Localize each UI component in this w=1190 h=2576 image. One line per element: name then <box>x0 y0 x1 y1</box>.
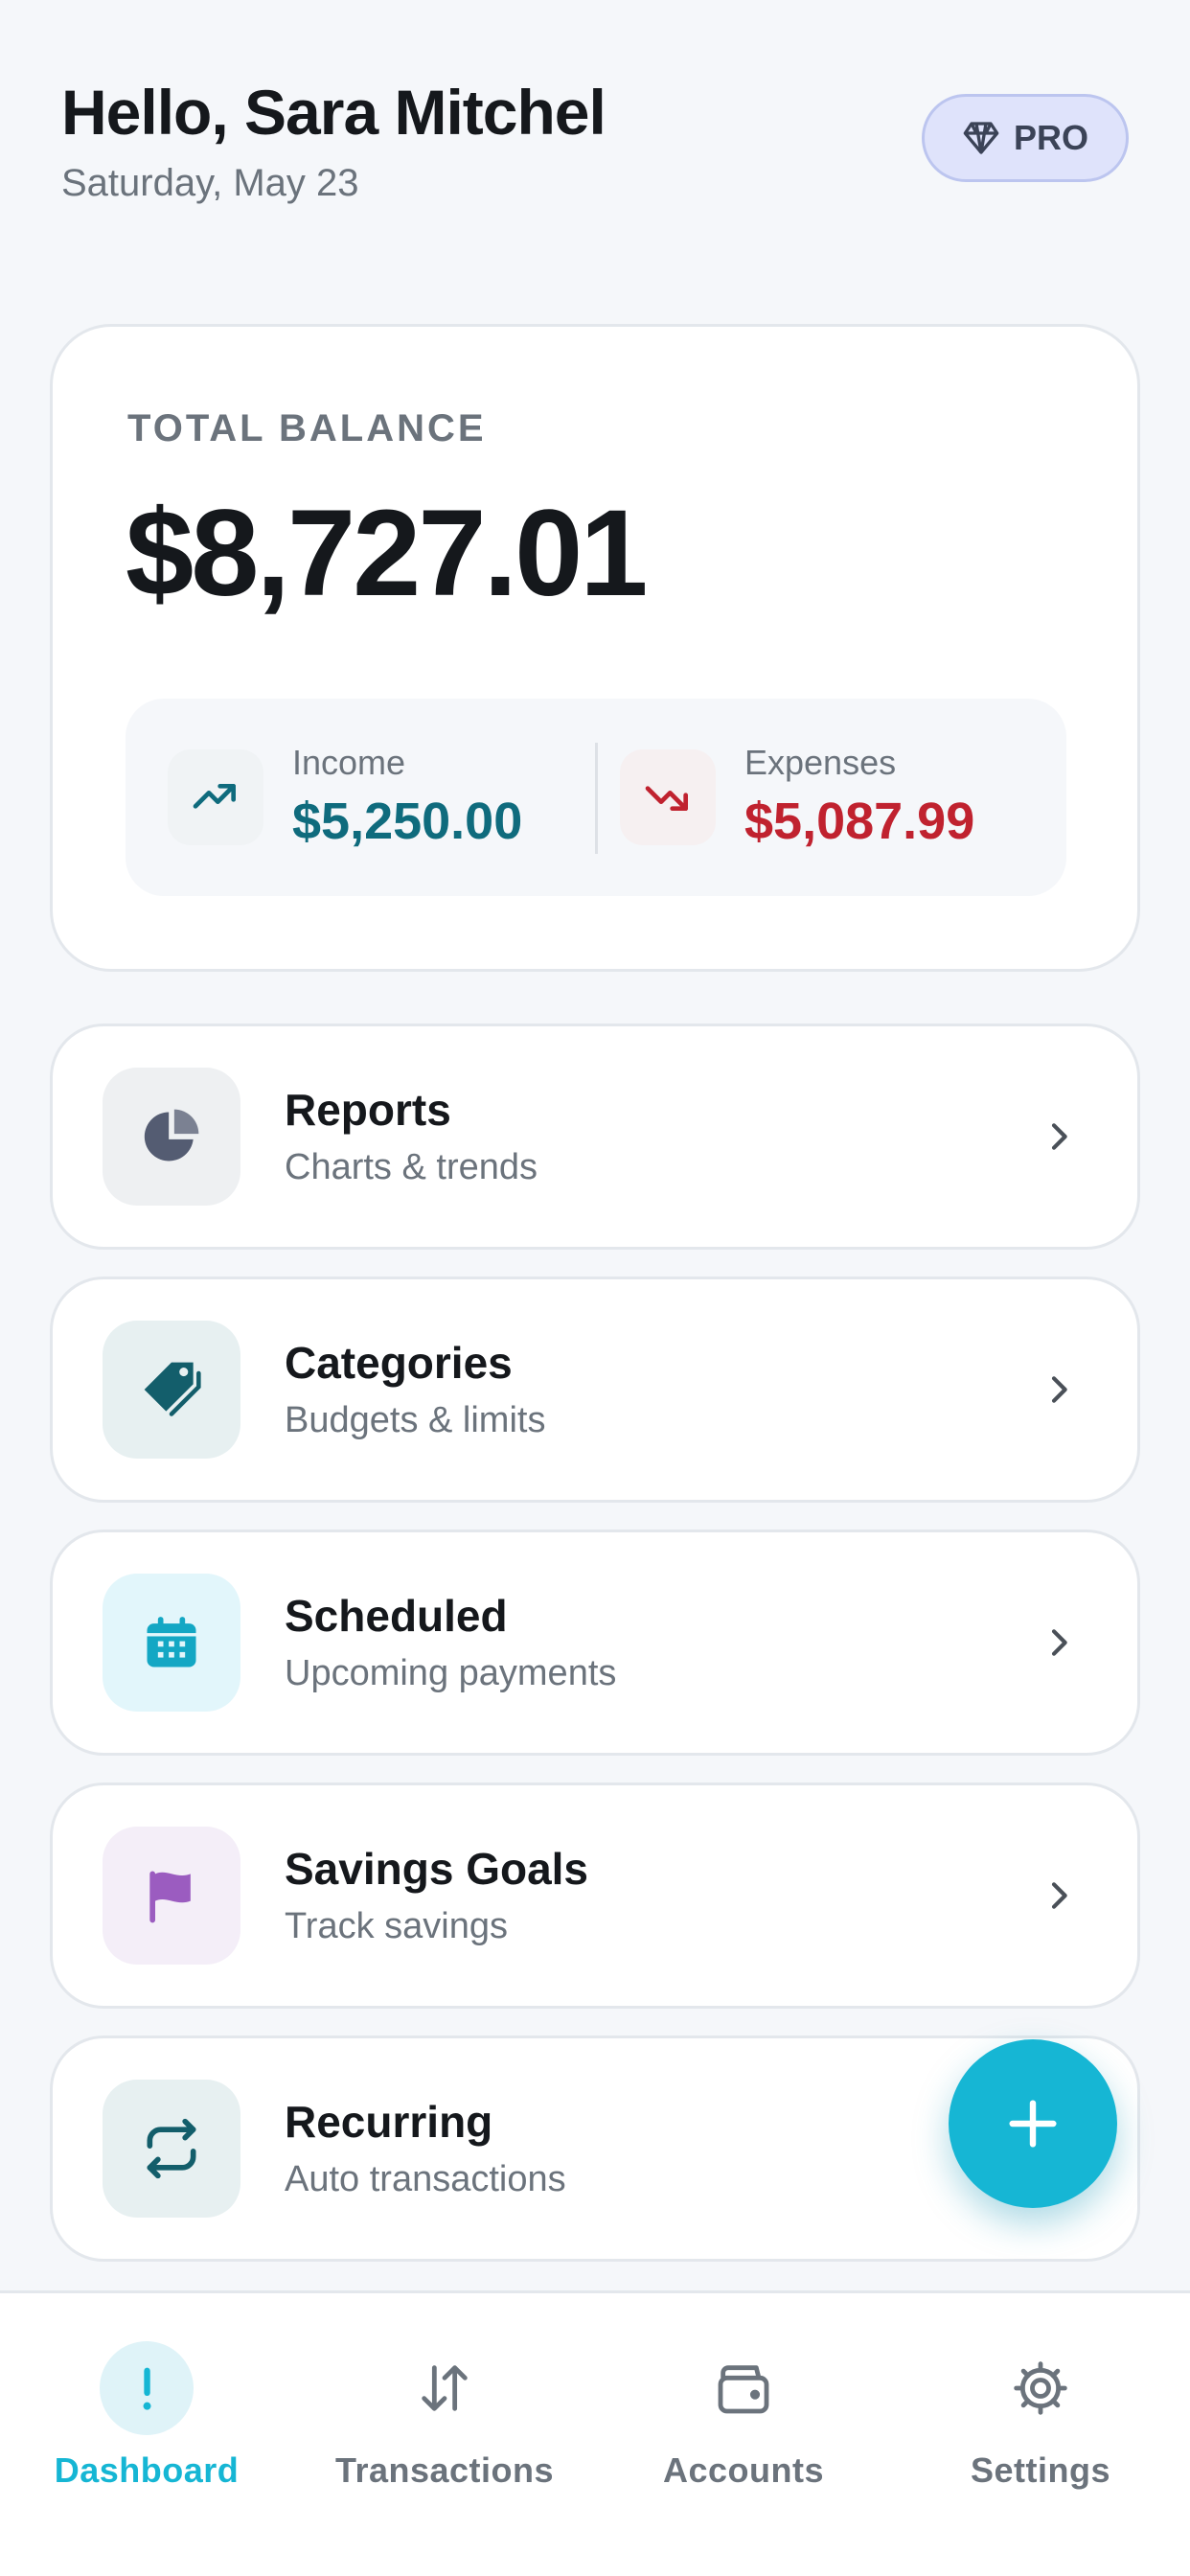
nav-item-transactions[interactable]: Transactions <box>301 2341 588 2491</box>
income-expense-summary: Income $5,250.00 Expenses $5,087.99 <box>126 699 1066 896</box>
pro-badge-label: PRO <box>1013 118 1088 157</box>
menu-item-savings-goals[interactable]: Savings Goals Track savings <box>50 1782 1140 2009</box>
arrows-updown-icon <box>398 2341 492 2435</box>
calendar-icon <box>103 1574 240 1712</box>
bottom-nav: Dashboard Transactions Accounts Settings <box>0 2290 1190 2576</box>
menu-item-title: Scheduled <box>285 1591 508 1641</box>
chevron-right-icon <box>1051 1376 1067 1403</box>
income-value: $5,250.00 <box>292 793 523 850</box>
pie-chart-icon <box>103 1068 240 1206</box>
chevron-right-icon <box>1051 1882 1067 1909</box>
flag-icon <box>103 1827 240 1965</box>
income-label: Income <box>292 743 406 782</box>
trend-down-icon <box>620 749 716 845</box>
balance-label: TOTAL BALANCE <box>127 407 487 449</box>
diamond-icon <box>963 122 999 154</box>
wallet-icon <box>697 2341 790 2435</box>
nav-label: Transactions <box>334 2450 555 2490</box>
nav-item-settings[interactable]: Settings <box>897 2341 1184 2491</box>
exclamation-icon <box>100 2341 194 2435</box>
menu-item-scheduled[interactable]: Scheduled Upcoming payments <box>50 1530 1140 1756</box>
menu-item-title: Savings Goals <box>285 1844 589 1894</box>
nav-item-dashboard[interactable]: Dashboard <box>3 2341 290 2491</box>
plus-icon <box>1009 2100 1057 2148</box>
add-transaction-button[interactable] <box>949 2039 1117 2208</box>
tag-icon <box>103 1321 240 1459</box>
trend-up-icon <box>168 749 263 845</box>
income-summary[interactable]: Income $5,250.00 <box>168 699 522 896</box>
nav-label: Settings <box>970 2450 1110 2490</box>
menu-item-subtitle: Upcoming payments <box>285 1653 617 1693</box>
balance-value: $8,727.01 <box>126 485 648 622</box>
chevron-right-icon <box>1051 1629 1067 1656</box>
nav-label: Dashboard <box>54 2450 240 2490</box>
nav-item-accounts[interactable]: Accounts <box>600 2341 887 2491</box>
header: Hello, Sara Mitchel Saturday, May 23 PRO <box>61 69 1129 222</box>
balance-card: TOTAL BALANCE $8,727.01 Income $5,250.00… <box>50 324 1140 972</box>
pro-badge[interactable]: PRO <box>922 94 1129 182</box>
summary-divider <box>595 743 598 854</box>
expenses-label: Expenses <box>744 743 897 782</box>
menu-item-title: Categories <box>285 1338 513 1388</box>
menu-item-title: Reports <box>285 1085 451 1135</box>
menu-item-categories[interactable]: Categories Budgets & limits <box>50 1276 1140 1503</box>
expenses-value: $5,087.99 <box>744 793 975 850</box>
chevron-right-icon <box>1051 1123 1067 1150</box>
menu-item-subtitle: Track savings <box>285 1906 508 1946</box>
repeat-icon <box>103 2080 240 2218</box>
menu-item-subtitle: Charts & trends <box>285 1147 538 1187</box>
menu-item-subtitle: Budgets & limits <box>285 1400 546 1440</box>
nav-label: Accounts <box>662 2450 825 2490</box>
menu-item-reports[interactable]: Reports Charts & trends <box>50 1024 1140 1250</box>
gear-icon <box>994 2341 1087 2435</box>
expenses-summary[interactable]: Expenses $5,087.99 <box>620 699 974 896</box>
